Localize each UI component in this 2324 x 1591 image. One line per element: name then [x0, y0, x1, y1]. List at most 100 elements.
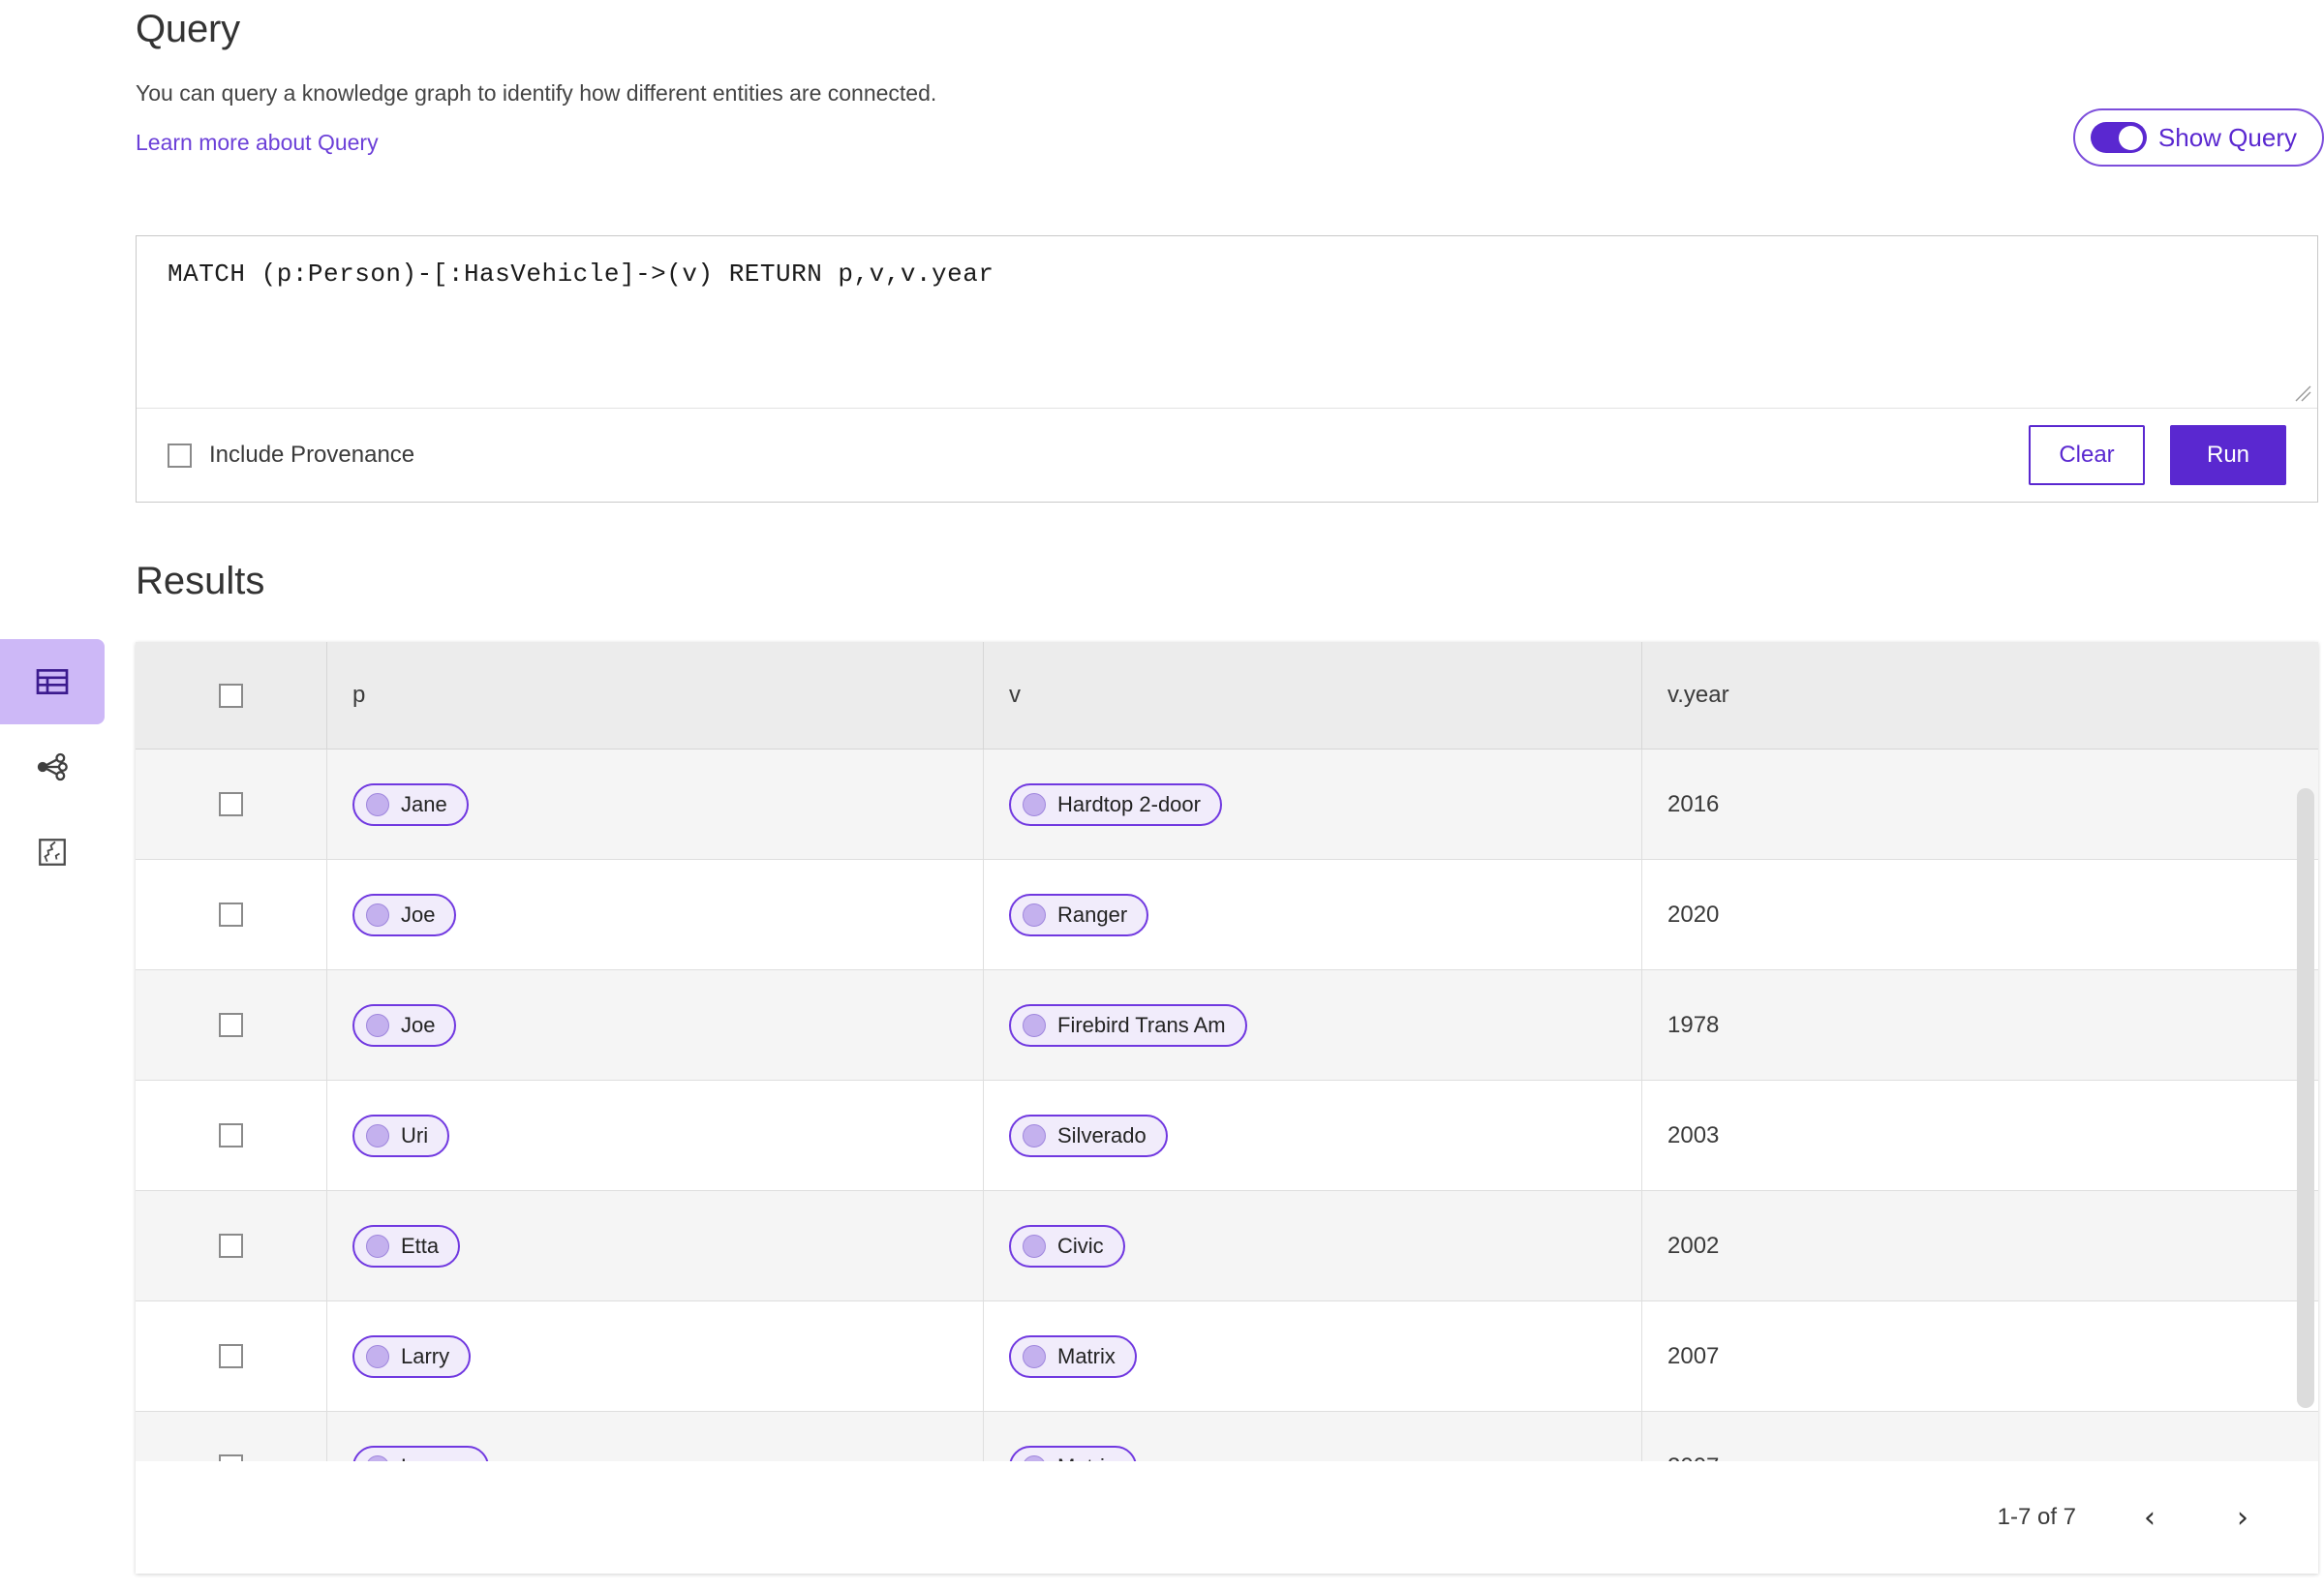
cell-vyear: 2020	[1642, 860, 2318, 969]
table-row[interactable]: Uri Silverado 2003	[136, 1081, 2318, 1191]
row-select-cell	[136, 1191, 327, 1300]
entity-chip-vehicle[interactable]: Matrix	[1009, 1334, 1137, 1378]
row-select-cell	[136, 1412, 327, 1461]
chip-label: Jane	[401, 791, 447, 816]
sidebar-item-graph-view[interactable]	[0, 724, 105, 810]
node-dot-icon	[1023, 792, 1046, 816]
cell-vyear: 2003	[1642, 1081, 2318, 1190]
cell-vyear: 2007	[1642, 1301, 2318, 1411]
map-region-icon	[35, 835, 70, 870]
cell-v: Matrix	[984, 1412, 1642, 1461]
chip-label: Silverado	[1057, 1122, 1147, 1147]
results-table-body[interactable]: Jane Hardtop 2-door 2016 Joe Ranger 2020 Joe Fi…	[136, 750, 2318, 1461]
row-select-checkbox[interactable]	[219, 1344, 243, 1368]
scrollbar-thumb[interactable]	[2297, 788, 2314, 1408]
query-text: MATCH (p:Person)-[:HasVehicle]->(v) RETU…	[168, 260, 994, 289]
table-row[interactable]: Joe Ranger 2020	[136, 860, 2318, 970]
year-value: 2007	[1667, 1453, 1719, 1462]
node-dot-icon	[1023, 1123, 1046, 1147]
run-button[interactable]: Run	[2170, 425, 2286, 485]
chip-label: Joe	[401, 902, 436, 927]
chip-label: Matrix	[1057, 1343, 1116, 1368]
node-dot-icon	[1023, 903, 1046, 927]
cell-v: Silverado	[984, 1081, 1642, 1190]
entity-chip-vehicle[interactable]: Matrix	[1009, 1445, 1137, 1461]
entity-chip-person[interactable]: Larry	[352, 1334, 472, 1378]
entity-chip-person[interactable]: Uri	[352, 1114, 450, 1157]
chip-label: Firebird Trans Am	[1057, 1012, 1226, 1037]
entity-chip-vehicle[interactable]: Ranger	[1009, 893, 1149, 936]
query-page: Query You can query a knowledge graph to…	[136, 0, 2324, 167]
entity-chip-person[interactable]: Joe	[352, 893, 457, 936]
row-select-checkbox[interactable]	[219, 1013, 243, 1037]
clear-button[interactable]: Clear	[2029, 425, 2145, 485]
chip-label: Hardtop 2-door	[1057, 791, 1201, 816]
show-query-label: Show Query	[2157, 122, 2297, 152]
node-dot-icon	[1023, 1234, 1046, 1258]
column-header-p[interactable]: p	[327, 642, 984, 749]
entity-chip-vehicle[interactable]: Firebird Trans Am	[1009, 1003, 1247, 1047]
row-select-checkbox[interactable]	[219, 1123, 243, 1147]
entity-chip-person[interactable]: Jane	[352, 782, 469, 826]
include-provenance-checkbox[interactable]	[168, 443, 192, 468]
table-row[interactable]: Jane Hardtop 2-door 2016	[136, 750, 2318, 860]
row-select-cell	[136, 750, 327, 859]
entity-chip-person[interactable]: Etta	[352, 1224, 461, 1268]
learn-more-link[interactable]: Learn more about Query	[136, 107, 379, 156]
show-query-toggle[interactable]: Show Query	[2072, 108, 2324, 167]
query-textarea[interactable]: MATCH (p:Person)-[:HasVehicle]->(v) RETU…	[137, 236, 2317, 409]
entity-chip-vehicle[interactable]: Civic	[1009, 1224, 1125, 1268]
query-editor-card: MATCH (p:Person)-[:HasVehicle]->(v) RETU…	[136, 235, 2318, 503]
entity-chip-vehicle[interactable]: Hardtop 2-door	[1009, 782, 1222, 826]
row-select-cell	[136, 1081, 327, 1190]
chip-label: Civic	[1057, 1233, 1104, 1258]
year-value: 2020	[1667, 901, 1720, 928]
table-row[interactable]: Larry Matrix 2007	[136, 1301, 2318, 1412]
pagination-range: 1-7 of 7	[1997, 1504, 2076, 1530]
previous-page-button[interactable]: ‹	[2130, 1498, 2169, 1537]
entity-chip-vehicle[interactable]: Silverado	[1009, 1114, 1168, 1157]
entity-chip-person[interactable]: Joe	[352, 1003, 457, 1047]
cell-vyear: 2007	[1642, 1412, 2318, 1462]
sidebar-item-table-view[interactable]	[0, 639, 105, 724]
view-switcher-rail	[0, 639, 105, 895]
table-row[interactable]: Lauren Matrix 2007	[136, 1412, 2318, 1461]
cell-v: Firebird Trans Am	[984, 970, 1642, 1080]
node-dot-icon	[366, 792, 389, 816]
cell-v: Ranger	[984, 860, 1642, 969]
results-table-header: p v v.year	[136, 642, 2318, 750]
results-pagination: 1-7 of 7 ‹ ›	[136, 1461, 2318, 1574]
toggle-switch[interactable]	[2090, 122, 2147, 153]
cell-vyear: 2016	[1642, 750, 2318, 859]
table-row[interactable]: Joe Firebird Trans Am 1978	[136, 970, 2318, 1081]
page-description: You can query a knowledge graph to ident…	[136, 80, 937, 106]
chip-label: Ranger	[1057, 902, 1128, 927]
select-all-cell	[136, 642, 327, 749]
column-header-v[interactable]: v	[984, 642, 1642, 749]
node-dot-icon	[366, 1234, 389, 1258]
row-select-checkbox[interactable]	[219, 1454, 243, 1461]
results-card: p v v.year Jane Hardtop 2-door 2016 Joe Rang…	[136, 642, 2318, 1574]
entity-chip-person[interactable]: Lauren	[352, 1445, 489, 1461]
chip-label: Joe	[401, 1012, 436, 1037]
year-value: 2007	[1667, 1342, 1720, 1369]
include-provenance-row[interactable]: Include Provenance	[168, 442, 414, 469]
sidebar-item-map-view[interactable]	[0, 810, 105, 895]
chip-label: Larry	[401, 1343, 450, 1368]
chip-label: Etta	[401, 1233, 440, 1258]
query-buttons: Clear Run	[2029, 409, 2286, 502]
row-select-checkbox[interactable]	[219, 1234, 243, 1258]
cell-v: Matrix	[984, 1301, 1642, 1411]
cell-p: Larry	[327, 1301, 984, 1411]
cell-p: Joe	[327, 860, 984, 969]
next-page-button[interactable]: ›	[2223, 1498, 2262, 1537]
node-dot-icon	[366, 1013, 389, 1037]
row-select-checkbox[interactable]	[219, 903, 243, 927]
column-header-vyear[interactable]: v.year	[1642, 642, 2318, 749]
select-all-checkbox[interactable]	[219, 683, 243, 708]
resize-handle-icon[interactable]	[2290, 381, 2311, 402]
table-row[interactable]: Etta Civic 2002	[136, 1191, 2318, 1301]
results-vertical-scrollbar[interactable]	[2297, 750, 2314, 1461]
row-select-checkbox[interactable]	[219, 792, 243, 816]
node-dot-icon	[1023, 1344, 1046, 1368]
